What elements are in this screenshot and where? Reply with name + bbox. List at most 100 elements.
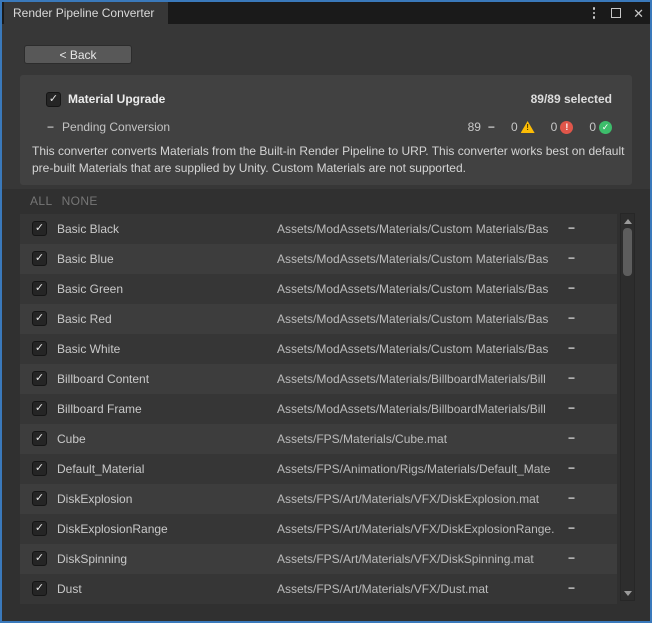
- pending-label: Pending Conversion: [62, 120, 170, 134]
- row-path: Assets/FPS/Art/Materials/VFX/DiskExplosi…: [277, 492, 565, 506]
- row-status-dash: −: [568, 461, 575, 475]
- error-count: 0: [551, 120, 558, 134]
- material-row[interactable]: ✓ Billboard Frame Assets/ModAssets/Mater…: [20, 394, 617, 424]
- material-row[interactable]: ✓ DiskSpinning Assets/FPS/Art/Materials/…: [20, 544, 617, 574]
- row-checkbox[interactable]: ✓: [32, 341, 47, 356]
- row-label: DiskExplosionRange: [57, 522, 168, 536]
- row-path: Assets/FPS/Art/Materials/VFX/DiskExplosi…: [277, 522, 565, 536]
- row-path: Assets/ModAssets/Materials/Custom Materi…: [277, 222, 565, 236]
- row-checkbox[interactable]: ✓: [32, 401, 47, 416]
- row-path: Assets/FPS/Art/Materials/VFX/Dust.mat: [277, 582, 565, 596]
- row-label: DiskSpinning: [57, 552, 127, 566]
- scrollbar-thumb[interactable]: [623, 228, 632, 276]
- maximize-icon[interactable]: [611, 8, 621, 18]
- row-path: Assets/ModAssets/Materials/Custom Materi…: [277, 342, 565, 356]
- row-label: Billboard Frame: [57, 402, 142, 416]
- material-row[interactable]: ✓ Billboard Content Assets/ModAssets/Mat…: [20, 364, 617, 394]
- render-pipeline-converter-window: Render Pipeline Converter ✕ < Back ✓ Mat…: [0, 0, 652, 623]
- row-status-dash: −: [568, 311, 575, 325]
- material-row[interactable]: ✓ Default_Material Assets/FPS/Animation/…: [20, 454, 617, 484]
- materials-section: ALL NONE ✓ Basic Black Assets/ModAssets/…: [2, 189, 650, 621]
- row-checkbox[interactable]: ✓: [32, 371, 47, 386]
- converter-checkbox[interactable]: ✓: [46, 92, 61, 107]
- converter-description: This converter converts Materials from t…: [32, 143, 626, 177]
- pending-count-dash-icon: −: [488, 120, 495, 134]
- row-checkbox[interactable]: ✓: [32, 521, 47, 536]
- row-label: Basic Green: [57, 282, 123, 296]
- row-label: Dust: [57, 582, 82, 596]
- row-path: Assets/ModAssets/Materials/BillboardMate…: [277, 402, 565, 416]
- status-counts: 89 − 0 ! 0 ! 0 ✓: [468, 120, 612, 134]
- material-row[interactable]: ✓ Basic Red Assets/ModAssets/Materials/C…: [20, 304, 617, 334]
- tab-title: Render Pipeline Converter: [13, 6, 154, 20]
- material-row[interactable]: ✓ Dust Assets/FPS/Art/Materials/VFX/Dust…: [20, 574, 617, 604]
- vertical-scrollbar[interactable]: [620, 213, 635, 601]
- back-button-label: < Back: [59, 48, 96, 62]
- row-checkbox[interactable]: ✓: [32, 491, 47, 506]
- success-icon: ✓: [599, 121, 612, 134]
- warning-count: 0: [511, 120, 518, 134]
- select-none-button[interactable]: NONE: [62, 194, 98, 208]
- scroll-up-icon[interactable]: [621, 215, 634, 227]
- tab-render-pipeline-converter[interactable]: Render Pipeline Converter: [4, 2, 168, 24]
- row-path: Assets/ModAssets/Materials/Custom Materi…: [277, 282, 565, 296]
- row-path: Assets/FPS/Art/Materials/VFX/DiskSpinnin…: [277, 552, 565, 566]
- row-status-dash: −: [568, 581, 575, 595]
- row-checkbox[interactable]: ✓: [32, 581, 47, 596]
- material-row[interactable]: ✓ Basic Black Assets/ModAssets/Materials…: [20, 214, 617, 244]
- row-checkbox[interactable]: ✓: [32, 251, 47, 266]
- row-label: DiskExplosion: [57, 492, 132, 506]
- row-checkbox[interactable]: ✓: [32, 461, 47, 476]
- row-checkbox[interactable]: ✓: [32, 551, 47, 566]
- material-row[interactable]: ✓ Basic Green Assets/ModAssets/Materials…: [20, 274, 617, 304]
- scroll-down-icon[interactable]: [621, 587, 634, 599]
- materials-list: ✓ Basic Black Assets/ModAssets/Materials…: [20, 214, 617, 604]
- row-status-dash: −: [568, 401, 575, 415]
- row-status-dash: −: [568, 491, 575, 505]
- select-controls: ALL NONE: [30, 194, 98, 208]
- warning-icon: !: [521, 121, 535, 133]
- row-status-dash: −: [568, 281, 575, 295]
- row-status-dash: −: [568, 371, 575, 385]
- kebab-menu-icon[interactable]: [589, 7, 599, 19]
- material-row[interactable]: ✓ Cube Assets/FPS/Materials/Cube.mat −: [20, 424, 617, 454]
- row-path: Assets/FPS/Animation/Rigs/Materials/Defa…: [277, 462, 565, 476]
- row-status-dash: −: [568, 521, 575, 535]
- titlebar: Render Pipeline Converter ✕: [2, 2, 650, 24]
- close-icon[interactable]: ✕: [633, 7, 644, 20]
- row-status-dash: −: [568, 431, 575, 445]
- material-row[interactable]: ✓ Basic White Assets/ModAssets/Materials…: [20, 334, 617, 364]
- row-label: Default_Material: [57, 462, 144, 476]
- row-checkbox[interactable]: ✓: [32, 311, 47, 326]
- row-label: Basic Blue: [57, 252, 114, 266]
- row-checkbox[interactable]: ✓: [32, 281, 47, 296]
- error-icon: !: [560, 121, 573, 134]
- row-path: Assets/ModAssets/Materials/Custom Materi…: [277, 312, 565, 326]
- row-label: Basic Red: [57, 312, 112, 326]
- success-count: 0: [589, 120, 596, 134]
- row-label: Basic Black: [57, 222, 119, 236]
- material-row[interactable]: ✓ DiskExplosion Assets/FPS/Art/Materials…: [20, 484, 617, 514]
- row-checkbox[interactable]: ✓: [32, 221, 47, 236]
- row-status-dash: −: [568, 221, 575, 235]
- material-row[interactable]: ✓ DiskExplosionRange Assets/FPS/Art/Mate…: [20, 514, 617, 544]
- pending-dash-icon: −: [47, 120, 54, 134]
- window-controls: ✕: [589, 2, 644, 24]
- pending-count: 89: [468, 120, 481, 134]
- converter-name: Material Upgrade: [68, 92, 165, 106]
- row-label: Cube: [57, 432, 86, 446]
- select-all-button[interactable]: ALL: [30, 194, 53, 208]
- row-path: Assets/ModAssets/Materials/Custom Materi…: [277, 252, 565, 266]
- converter-panel: ✓ Material Upgrade 89/89 selected − Pend…: [20, 75, 632, 185]
- row-path: Assets/ModAssets/Materials/BillboardMate…: [277, 372, 565, 386]
- row-checkbox[interactable]: ✓: [32, 431, 47, 446]
- row-label: Basic White: [57, 342, 120, 356]
- row-status-dash: −: [568, 341, 575, 355]
- back-button[interactable]: < Back: [24, 45, 132, 64]
- row-label: Billboard Content: [57, 372, 149, 386]
- row-path: Assets/FPS/Materials/Cube.mat: [277, 432, 565, 446]
- pending-conversion-row: − Pending Conversion 89 − 0 ! 0 ! 0 ✓: [47, 118, 612, 136]
- material-row[interactable]: ✓ Basic Blue Assets/ModAssets/Materials/…: [20, 244, 617, 274]
- row-status-dash: −: [568, 251, 575, 265]
- selected-count: 89/89 selected: [531, 92, 612, 106]
